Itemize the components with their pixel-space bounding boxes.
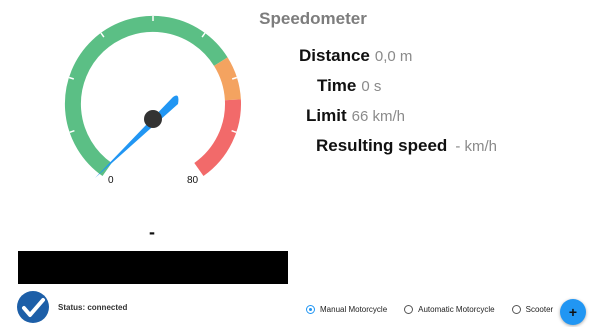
radio-button[interactable]	[511, 305, 521, 314]
gauge-min-label: 0	[108, 175, 114, 186]
time-value: 0 s	[361, 78, 382, 95]
gauge-arc-warning	[213, 57, 241, 101]
gauge-tick	[68, 76, 75, 80]
gauge-ticks	[68, 16, 238, 134]
distance-label: Distance	[299, 46, 370, 65]
check-circle-icon	[17, 291, 49, 323]
video-area	[18, 251, 288, 284]
gauge-tick	[201, 32, 206, 38]
time-label: Time	[317, 76, 357, 95]
speed-label: Resulting speed	[316, 136, 448, 155]
gauge-tick	[231, 129, 237, 134]
limit-value: 66 km/h	[351, 108, 405, 125]
radio-automatic-motorcycle[interactable]: Automatic Motorcycle	[404, 305, 495, 314]
gauge-needle	[95, 95, 179, 178]
time-row: Time 0 s	[317, 76, 381, 96]
gauge-tick	[231, 76, 238, 80]
distance-row: Distance 0,0 m	[299, 46, 412, 66]
gauge-tick	[69, 129, 75, 134]
radio-label: Manual Motorcycle	[320, 305, 388, 314]
speed-row: Resulting speed - km/h	[316, 136, 497, 156]
gauge-arc-normal	[64, 15, 228, 177]
gauge-max-label: 80	[187, 175, 199, 186]
gauge-arc-danger	[194, 99, 241, 177]
gauge-hub	[144, 110, 162, 128]
status-text: Status: connected	[58, 303, 128, 312]
vehicle-type-group: Manual Motorcycle Automatic Motorcycle S…	[306, 305, 570, 314]
limit-label: Limit	[306, 106, 347, 125]
speed-value: - km/h	[455, 138, 497, 155]
distance-value: 0,0 m	[374, 48, 413, 65]
radio-button-checked[interactable]	[306, 305, 315, 314]
limit-row: Limit 66 km/h	[306, 106, 405, 126]
radio-scooter[interactable]: Scooter	[511, 305, 554, 314]
speed-readout: -	[149, 222, 155, 242]
radio-button[interactable]	[404, 305, 414, 314]
page-title: Speedometer	[259, 9, 367, 28]
radio-manual-motorcycle[interactable]: Manual Motorcycle	[306, 305, 387, 314]
radio-label: Scooter	[525, 305, 554, 314]
gauge-tick	[100, 32, 105, 38]
add-button[interactable]: +	[560, 299, 586, 325]
radio-label: Automatic Motorcycle	[418, 305, 495, 314]
